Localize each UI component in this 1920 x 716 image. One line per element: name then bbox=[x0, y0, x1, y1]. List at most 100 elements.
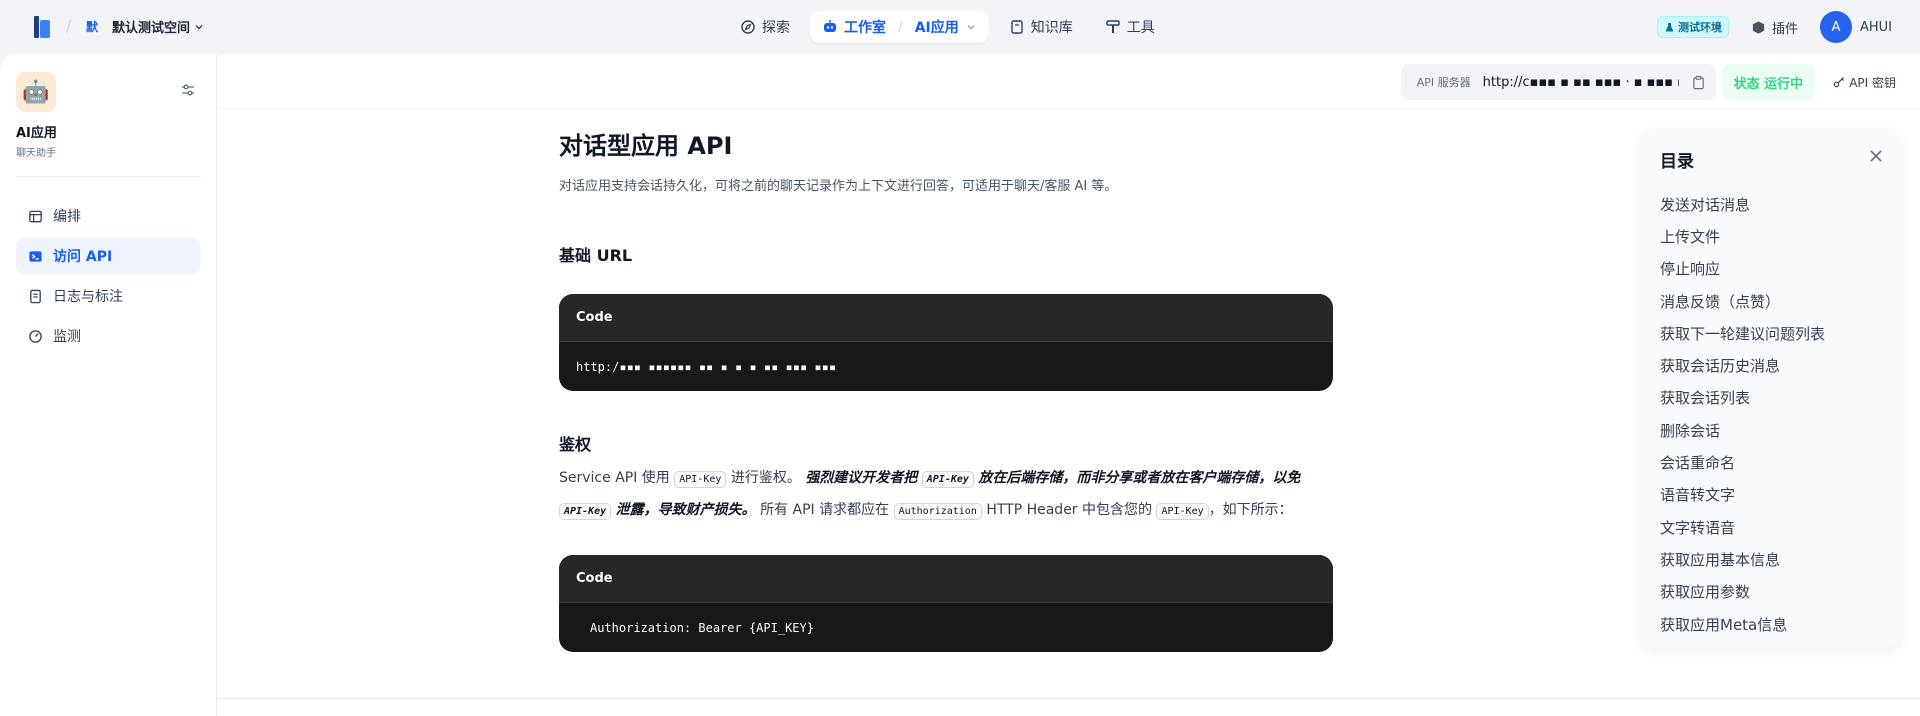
workspace-switcher[interactable]: 默认测试空间 bbox=[112, 17, 205, 36]
sidebar-item-label: 访问 API bbox=[53, 249, 113, 265]
breadcrumb-separator: / bbox=[66, 16, 72, 35]
app-sidebar: 🤖 AI应用 聊天助手 编排 访问 API 日志与标注 监测 bbox=[0, 54, 217, 716]
toc-item[interactable]: 获取会话历史消息 bbox=[1660, 349, 1825, 381]
toc-item[interactable]: 语音转文字 bbox=[1660, 479, 1825, 511]
file-list-icon bbox=[30, 289, 41, 303]
app-name: AI应用 bbox=[16, 126, 57, 141]
code-block-base-url: Code http:/▪▪▪ ▪▪▪▪▪▪ ▪▪ ▪ ▪ ▪ ▪▪ ▪▪▪ ▪▪… bbox=[559, 294, 1333, 391]
sidebar-item-label: 监测 bbox=[53, 329, 81, 345]
top-right-controls: 测试环境 插件 A AHUI bbox=[1656, 11, 1892, 43]
top-bar: / 默 默认测试空间 探索 工作室 / AI应用 知识库 工具 测试环境 插件 … bbox=[0, 0, 1920, 54]
api-server-label: API 服务器 bbox=[1416, 76, 1471, 89]
book-icon bbox=[1011, 20, 1023, 34]
divider bbox=[217, 108, 1920, 109]
workspace-name: 默认测试空间 bbox=[112, 21, 191, 36]
toc-item[interactable]: 获取下一轮建议问题列表 bbox=[1660, 317, 1825, 349]
section-auth-heading: 鉴权 bbox=[559, 435, 592, 454]
user-name: AHUI bbox=[1859, 19, 1892, 35]
nav-studio-label: 工作室 bbox=[844, 20, 886, 36]
nav-explore[interactable]: 探索 bbox=[728, 11, 802, 43]
dify-logo-icon[interactable] bbox=[34, 16, 52, 38]
code-block-label: Code bbox=[559, 555, 1333, 603]
main-nav: 探索 工作室 / AI应用 知识库 工具 bbox=[728, 11, 1167, 43]
toc-item[interactable]: 获取应用参数 bbox=[1660, 576, 1825, 608]
flask-icon bbox=[1665, 22, 1674, 31]
toc-panel: 目录 发送对话消息 上传文件 停止响应 消息反馈（点赞） 获取下一轮建议问题列表… bbox=[1640, 128, 1902, 648]
toc-item[interactable]: 删除会话 bbox=[1660, 414, 1825, 446]
section-base-url-heading: 基础 URL bbox=[559, 246, 633, 265]
api-doc: 对话型应用 API 对话应用支持会话持久化，可将之前的聊天记录作为上下文进行回答… bbox=[559, 126, 1333, 652]
toc-item[interactable]: 发送对话消息 bbox=[1660, 188, 1825, 220]
dashboard-icon bbox=[29, 329, 42, 343]
chevron-down-icon[interactable] bbox=[965, 21, 977, 33]
auth-warning: 强烈建议开发者把 bbox=[805, 470, 918, 486]
api-key-label: API 密钥 bbox=[1849, 75, 1896, 90]
plugins-button[interactable]: 插件 bbox=[1741, 18, 1808, 37]
api-server-box: API 服务器 http://c▪▪▪ ▪ ▪▪ ▪▪▪ · ▪ ▪▪▪ ▪ bbox=[1400, 64, 1716, 100]
auth-text: 进行鉴权。 bbox=[730, 470, 801, 486]
nav-tools[interactable]: 工具 bbox=[1093, 11, 1167, 43]
plugins-label: 插件 bbox=[1771, 21, 1798, 37]
code-block-label: Code bbox=[559, 294, 1333, 342]
auth-text: Service API 使用 bbox=[559, 470, 670, 486]
inline-code: API-Key bbox=[1156, 503, 1209, 520]
sidebar-menu: 编排 访问 API 日志与标注 监测 bbox=[16, 198, 201, 358]
workspace-avatar: 默 bbox=[86, 20, 99, 34]
key-icon bbox=[1833, 77, 1845, 88]
auth-warning: 泄露，导致财产损失。 bbox=[615, 502, 756, 518]
api-bar: API 服务器 http://c▪▪▪ ▪ ▪▪ ▪▪▪ · ▪ ▪▪▪ ▪ 状… bbox=[1400, 64, 1908, 100]
sidebar-item-api[interactable]: 访问 API bbox=[16, 238, 201, 274]
toc-item[interactable]: 上传文件 bbox=[1660, 220, 1825, 252]
toc-item[interactable]: 消息反馈（点赞） bbox=[1660, 285, 1825, 317]
sidebar-item-logs[interactable]: 日志与标注 bbox=[16, 278, 201, 314]
toc-item[interactable]: 获取应用Meta信息 bbox=[1660, 608, 1825, 640]
cube-icon bbox=[1752, 20, 1765, 34]
inline-code: API-Key bbox=[921, 471, 974, 488]
auth-text: HTTP Header 中包含您的 bbox=[986, 502, 1153, 518]
close-icon[interactable] bbox=[1868, 148, 1884, 164]
robot-icon bbox=[824, 20, 836, 32]
env-badge: 测试环境 bbox=[1656, 16, 1729, 38]
compass-icon bbox=[741, 20, 755, 34]
code-block-content[interactable]: Authorization: Bearer {API_KEY} bbox=[559, 603, 1333, 652]
avatar: A bbox=[1819, 11, 1852, 43]
clipboard-icon[interactable] bbox=[1691, 75, 1706, 90]
app-type: 聊天助手 bbox=[16, 148, 56, 159]
nav-studio-app-label[interactable]: AI应用 bbox=[915, 17, 959, 37]
code-block-auth: Code Authorization: Bearer {API_KEY} bbox=[559, 555, 1333, 652]
user-menu[interactable]: A AHUI bbox=[1819, 11, 1892, 43]
toc-item[interactable]: 获取会话列表 bbox=[1660, 382, 1825, 414]
sliders-icon[interactable] bbox=[180, 82, 196, 98]
auth-warning: 放在后端存储，而非分享或者放在客户端存储，以免 bbox=[978, 470, 1301, 486]
auth-paragraph: Service API 使用 API-Key 进行鉴权。 强烈建议开发者把 AP… bbox=[559, 463, 1333, 527]
sidebar-item-label: 编排 bbox=[53, 209, 81, 225]
terminal-icon bbox=[29, 250, 42, 262]
toc-list: 发送对话消息 上传文件 停止响应 消息反馈（点赞） 获取下一轮建议问题列表 获取… bbox=[1660, 188, 1825, 640]
code-block-content[interactable]: http:/▪▪▪ ▪▪▪▪▪▪ ▪▪ ▪ ▪ ▪ ▪▪ ▪▪▪ ▪▪▪ bbox=[559, 342, 1333, 391]
toc-title: 目录 bbox=[1660, 152, 1694, 172]
inline-code: API-Key bbox=[559, 503, 612, 520]
sidebar-item-monitoring[interactable]: 监测 bbox=[16, 318, 201, 354]
nav-tools-label: 工具 bbox=[1126, 20, 1155, 36]
api-key-button[interactable]: API 密钥 bbox=[1821, 64, 1908, 100]
auth-text: ，如下所示： bbox=[1208, 502, 1293, 518]
sidebar-item-label: 日志与标注 bbox=[53, 289, 123, 305]
sidebar-item-orchestrate[interactable]: 编排 bbox=[16, 198, 201, 234]
toc-item[interactable]: 会话重命名 bbox=[1660, 446, 1825, 478]
divider bbox=[217, 698, 1920, 699]
chevron-down-icon bbox=[195, 24, 203, 29]
page-title: 对话型应用 API bbox=[559, 132, 733, 160]
hammer-icon bbox=[1106, 20, 1120, 33]
nav-knowledge[interactable]: 知识库 bbox=[997, 11, 1085, 43]
toc-item[interactable]: 停止响应 bbox=[1660, 253, 1825, 285]
nav-studio[interactable]: 工作室 / AI应用 bbox=[810, 11, 989, 43]
env-badge-label: 测试环境 bbox=[1677, 21, 1722, 34]
api-status-badge: 状态 运行中 bbox=[1721, 64, 1816, 100]
toc-item[interactable]: 文字转语音 bbox=[1660, 511, 1825, 543]
inline-code: API-Key bbox=[674, 471, 727, 488]
toc-item[interactable]: 获取应用基本信息 bbox=[1660, 543, 1825, 575]
robot-app-icon: 🤖 bbox=[16, 72, 56, 112]
divider bbox=[16, 176, 201, 177]
nav-separator: / bbox=[898, 19, 903, 35]
nav-explore-label: 探索 bbox=[762, 20, 790, 36]
